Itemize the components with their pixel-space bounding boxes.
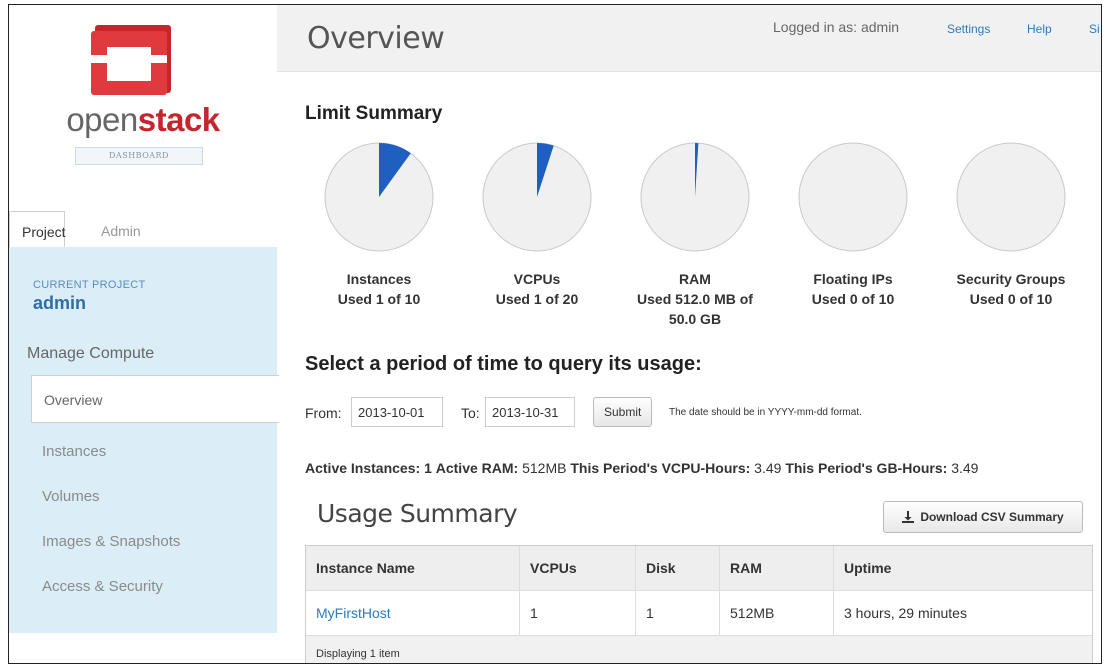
date-format-hint: The date should be in YYYY-mm-dd format. — [669, 407, 862, 418]
limit-ram: RAM Used 512.0 MB of 50.0 GB — [625, 141, 765, 329]
submit-button[interactable]: Submit — [593, 397, 653, 427]
logo-subtitle: DASHBOARD — [75, 147, 203, 165]
table-row: MyFirstHost 1 1 512MB 3 hours, 29 minute… — [306, 591, 1092, 636]
column-header-ram[interactable]: RAM — [720, 546, 834, 590]
usage-table: Instance Name VCPUs Disk RAM Uptime MyFi… — [305, 545, 1093, 663]
page-title: Overview — [307, 21, 445, 56]
download-icon — [902, 511, 915, 523]
tab-admin[interactable]: Admin — [89, 211, 153, 247]
security-groups-pie — [956, 142, 1066, 252]
active-instances-value: 1 — [424, 460, 432, 476]
cell-uptime: 3 hours, 29 minutes — [844, 605, 967, 621]
ram-pie — [640, 142, 750, 252]
limit-name: Floating IPs — [813, 271, 893, 287]
sidebar-item-overview[interactable]: Overview — [31, 375, 279, 423]
vcpu-hours-value: 3.49 — [754, 460, 782, 476]
limit-used: Used 1 of 10 — [337, 291, 421, 307]
download-csv-button[interactable]: Download CSV Summary — [883, 501, 1083, 533]
section-title: Manage Compute — [27, 345, 155, 362]
limit-vcpus: VCPUs Used 1 of 20 — [467, 141, 607, 309]
to-label: To: — [461, 405, 480, 421]
column-header-uptime[interactable]: Uptime — [834, 546, 1092, 590]
active-instances-label: Active Instances: — [305, 460, 421, 476]
limit-instances: Instances Used 1 of 10 — [309, 141, 449, 309]
floating-ips-pie — [798, 142, 908, 252]
logo-wordmark: openstack — [9, 101, 277, 139]
limit-floating-ips: Floating IPs Used 0 of 10 — [783, 141, 923, 309]
limit-summary-title: Limit Summary — [305, 103, 443, 124]
top-bar: Overview Logged in as: admin Settings He… — [277, 5, 1101, 72]
logo[interactable]: openstack DASHBOARD — [9, 5, 277, 215]
limit-used: Used 1 of 20 — [495, 291, 579, 307]
limit-used: Used 0 of 10 — [969, 291, 1053, 307]
period-title: Select a period of time to query its usa… — [305, 353, 702, 375]
openstack-logo-icon — [91, 25, 171, 95]
settings-link[interactable]: Settings — [947, 22, 990, 36]
gb-hours-label: This Period's GB-Hours: — [785, 460, 948, 476]
limit-name: Instances — [346, 271, 412, 287]
logo-name-prefix: open — [66, 101, 138, 138]
logo-name-suffix: stack — [137, 101, 220, 138]
sidebar-panel: CURRENT PROJECT admin Manage Compute Ove… — [9, 247, 279, 633]
active-ram-label: Active RAM: — [435, 460, 519, 476]
sidebar-tabs: Project Admin — [9, 211, 277, 248]
limit-name: VCPUs — [513, 271, 561, 287]
download-csv-label: Download CSV Summary — [920, 510, 1064, 524]
cell-disk: 1 — [636, 591, 720, 635]
instance-link[interactable]: MyFirstHost — [316, 605, 391, 621]
limit-used: Used 512.0 MB of 50.0 GB — [637, 291, 753, 327]
limit-used: Used 0 of 10 — [811, 291, 895, 307]
gb-hours-value: 3.49 — [951, 460, 979, 476]
from-label: From: — [305, 405, 342, 421]
column-header-disk[interactable]: Disk — [636, 546, 720, 590]
usage-summary-title: Usage Summary — [317, 499, 518, 528]
table-header-row: Instance Name VCPUs Disk RAM Uptime — [306, 546, 1092, 591]
main-content: Overview Logged in as: admin Settings He… — [277, 5, 1101, 663]
cell-instance-name: MyFirstHost — [306, 591, 520, 635]
current-project-name[interactable]: admin — [33, 293, 86, 314]
column-header-instance-name[interactable]: Instance Name — [306, 546, 520, 590]
limit-name: Security Groups — [956, 271, 1066, 287]
instances-pie — [324, 142, 434, 252]
limit-name: RAM — [679, 271, 711, 287]
app-window: openstack DASHBOARD Project Admin CURREN… — [8, 4, 1102, 664]
limit-security-groups: Security Groups Used 0 of 10 — [941, 141, 1081, 309]
sidebar-item-volumes[interactable]: Volumes — [42, 488, 100, 505]
cell-ram: 512MB — [720, 591, 834, 635]
vcpus-pie — [482, 142, 592, 252]
from-date-input[interactable] — [351, 397, 443, 427]
help-link[interactable]: Help — [1027, 22, 1052, 36]
logged-in-status: Logged in as: admin — [773, 19, 900, 35]
sign-out-link[interactable]: Si — [1089, 22, 1100, 36]
table-footer-count: Displaying 1 item — [316, 648, 400, 660]
sidebar-item-instances[interactable]: Instances — [42, 443, 106, 460]
sidebar-item-images-snapshots[interactable]: Images & Snapshots — [42, 533, 180, 550]
active-ram-value: 512MB — [522, 460, 567, 476]
vcpu-hours-label: This Period's VCPU-Hours: — [570, 460, 751, 476]
cell-vcpus: 1 — [520, 591, 636, 635]
sidebar-item-access-security[interactable]: Access & Security — [42, 578, 163, 595]
sidebar: openstack DASHBOARD Project Admin CURREN… — [9, 5, 279, 663]
active-usage-summary: Active Instances: 1 Active RAM: 512MB Th… — [305, 460, 978, 476]
to-date-input[interactable] — [485, 397, 575, 427]
current-project-label: CURRENT PROJECT — [33, 279, 146, 291]
column-header-vcpus[interactable]: VCPUs — [520, 546, 636, 590]
tab-project[interactable]: Project — [9, 211, 66, 248]
table-footer: Displaying 1 item — [306, 636, 1092, 663]
